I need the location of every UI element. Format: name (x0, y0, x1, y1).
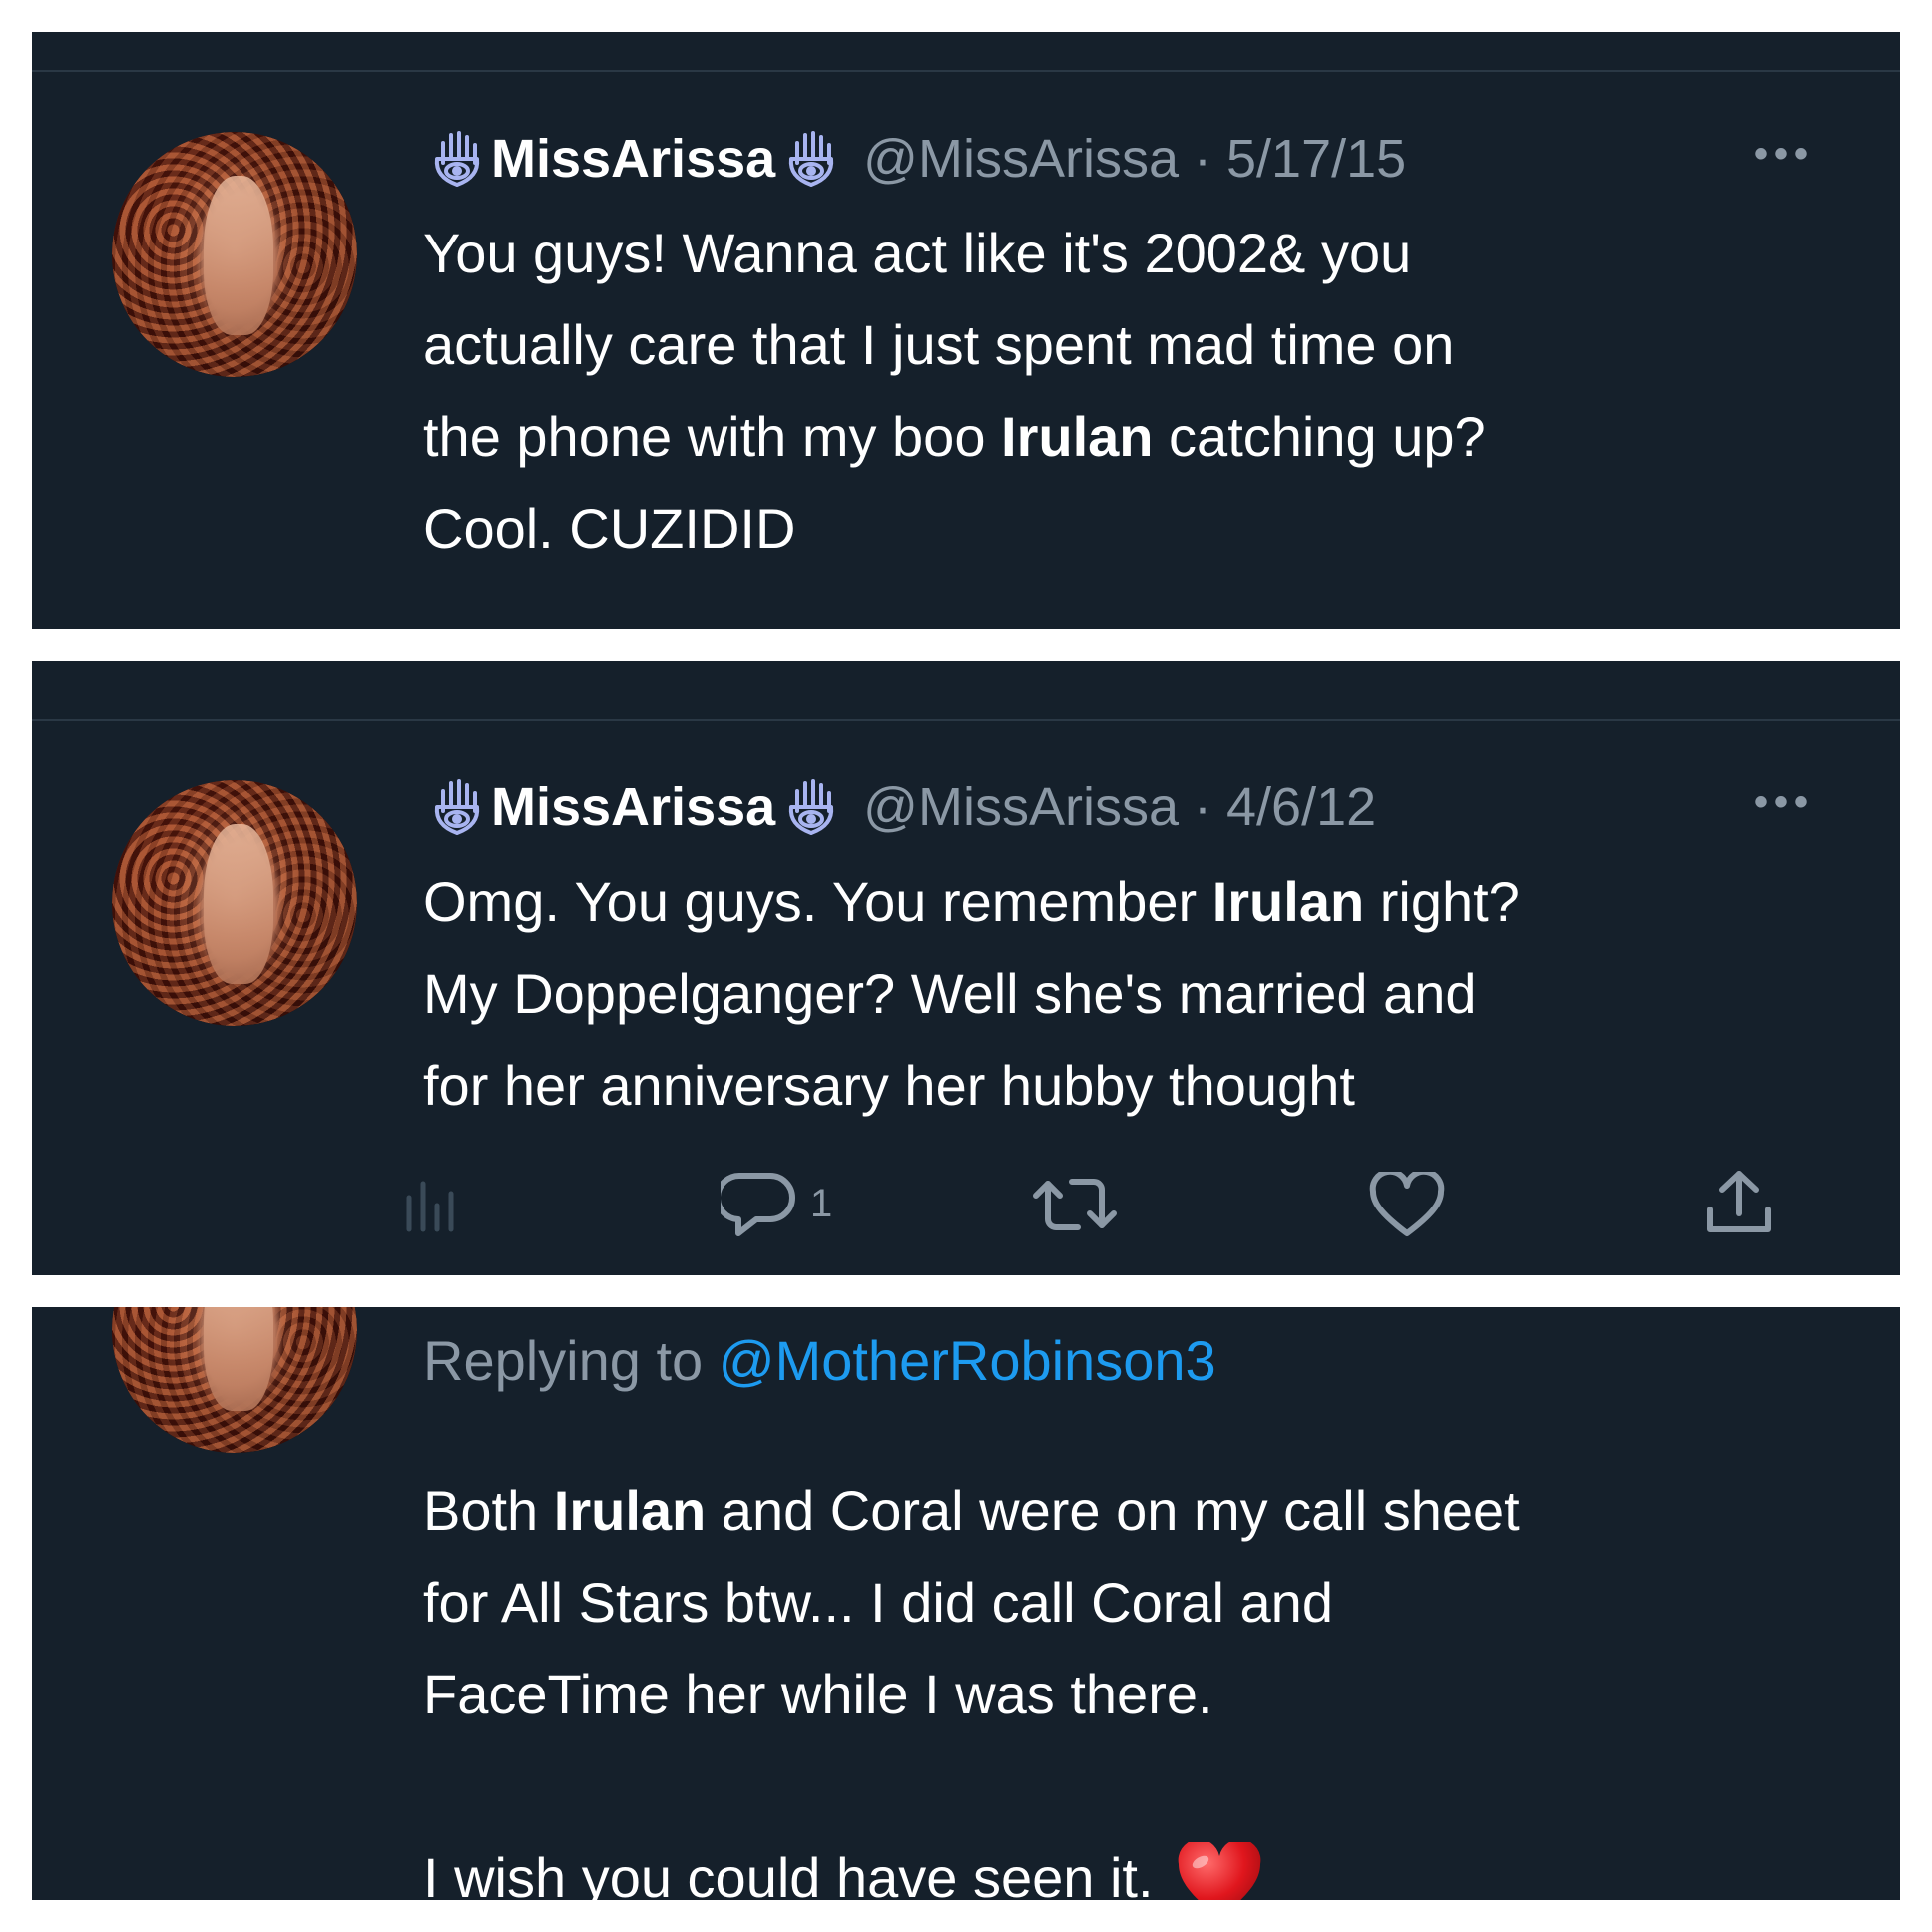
display-name[interactable]: MissArissa (491, 128, 775, 190)
tweet-date[interactable]: 4/6/12 (1226, 776, 1376, 838)
more-options-icon[interactable]: ••• (1754, 132, 1814, 177)
replying-to-line: Replying to @MotherRobinson3 (423, 1315, 1216, 1407)
tweet-text: You guys! Wanna act like it's 2002& you … (423, 208, 1486, 575)
tweet-text: Both Irulan and Coral were on my call sh… (423, 1465, 1520, 1900)
like-button[interactable] (1369, 1172, 1445, 1239)
tweet-text-line: Both Irulan and Coral were on my call sh… (423, 1479, 1520, 1542)
highlighted-keyword: Irulan (553, 1479, 707, 1542)
tweet-card-1[interactable]: MissArissa @MissArissa · 5/17/15 ••• You… (32, 32, 1900, 629)
bar-chart-icon (406, 1181, 454, 1232)
hamsa-icon (434, 779, 480, 835)
display-name[interactable]: MissArissa (491, 776, 775, 838)
separator-dot: · (1179, 777, 1226, 837)
reply-tweet-card[interactable]: Replying to @MotherRobinson3 Both Irulan… (32, 1307, 1900, 1900)
tweet-header: MissArissa @MissArissa · 4/6/12 (429, 772, 1376, 842)
replying-to-handle-link[interactable]: @MotherRobinson3 (719, 1329, 1216, 1392)
hamsa-icon (434, 131, 480, 187)
highlighted-keyword: Irulan (1211, 870, 1365, 933)
tweet-text-line: FaceTime her while I was there. (423, 1663, 1213, 1725)
tweet-card-2[interactable]: MissArissa @MissArissa · 4/6/12 ••• Omg.… (32, 661, 1900, 1275)
divider (32, 719, 1900, 721)
heart-outline-icon (1369, 1172, 1445, 1236)
retweet-button[interactable] (1030, 1172, 1120, 1237)
handle[interactable]: @MissArissa (863, 128, 1179, 190)
replying-to-label: Replying to (423, 1329, 719, 1392)
handle[interactable]: @MissArissa (863, 776, 1179, 838)
tweet-text-line: My Doppelganger? Well she's married and (423, 962, 1477, 1025)
separator-dot: · (1179, 129, 1226, 189)
tweet-date[interactable]: 5/17/15 (1226, 128, 1406, 190)
avatar[interactable] (112, 780, 357, 1026)
reply-bubble-icon (721, 1172, 795, 1236)
tweet-text: Omg. You guys. You remember Irulan right… (423, 856, 1520, 1132)
hamsa-icon (789, 131, 834, 187)
retweet-icon (1033, 1179, 1117, 1230)
tweet-header: MissArissa @MissArissa · 5/17/15 (429, 124, 1406, 194)
tweet-text-line: Omg. You guys. You remember Irulan right… (423, 870, 1520, 933)
share-icon (1707, 1171, 1771, 1232)
tweet-text-line: actually care that I just spent mad time… (423, 313, 1455, 376)
avatar[interactable] (112, 132, 357, 377)
share-button[interactable] (1704, 1166, 1774, 1237)
reply-count: 1 (810, 1181, 833, 1225)
avatar[interactable] (112, 1307, 357, 1453)
views-button[interactable] (401, 1172, 467, 1237)
more-options-icon[interactable]: ••• (1754, 780, 1814, 825)
tweet-text-line: for All Stars btw... I did call Coral an… (423, 1571, 1333, 1634)
tweet-text-line: Cool. CUZIDID (423, 497, 796, 560)
hamsa-icon (789, 779, 834, 835)
divider (32, 70, 1900, 72)
reply-button[interactable]: 1 (721, 1168, 832, 1239)
red-heart-emoji-icon (1178, 1842, 1261, 1900)
highlighted-keyword: Irulan (1001, 405, 1154, 468)
tweet-text-line: I wish you could have seen it. (423, 1832, 1520, 1900)
tweet-text-line: the phone with my boo Irulan catching up… (423, 405, 1486, 468)
tweet-text-line: for her anniversary her hubby thought (423, 1054, 1355, 1117)
tweet-text-line: You guys! Wanna act like it's 2002& you (423, 222, 1412, 284)
